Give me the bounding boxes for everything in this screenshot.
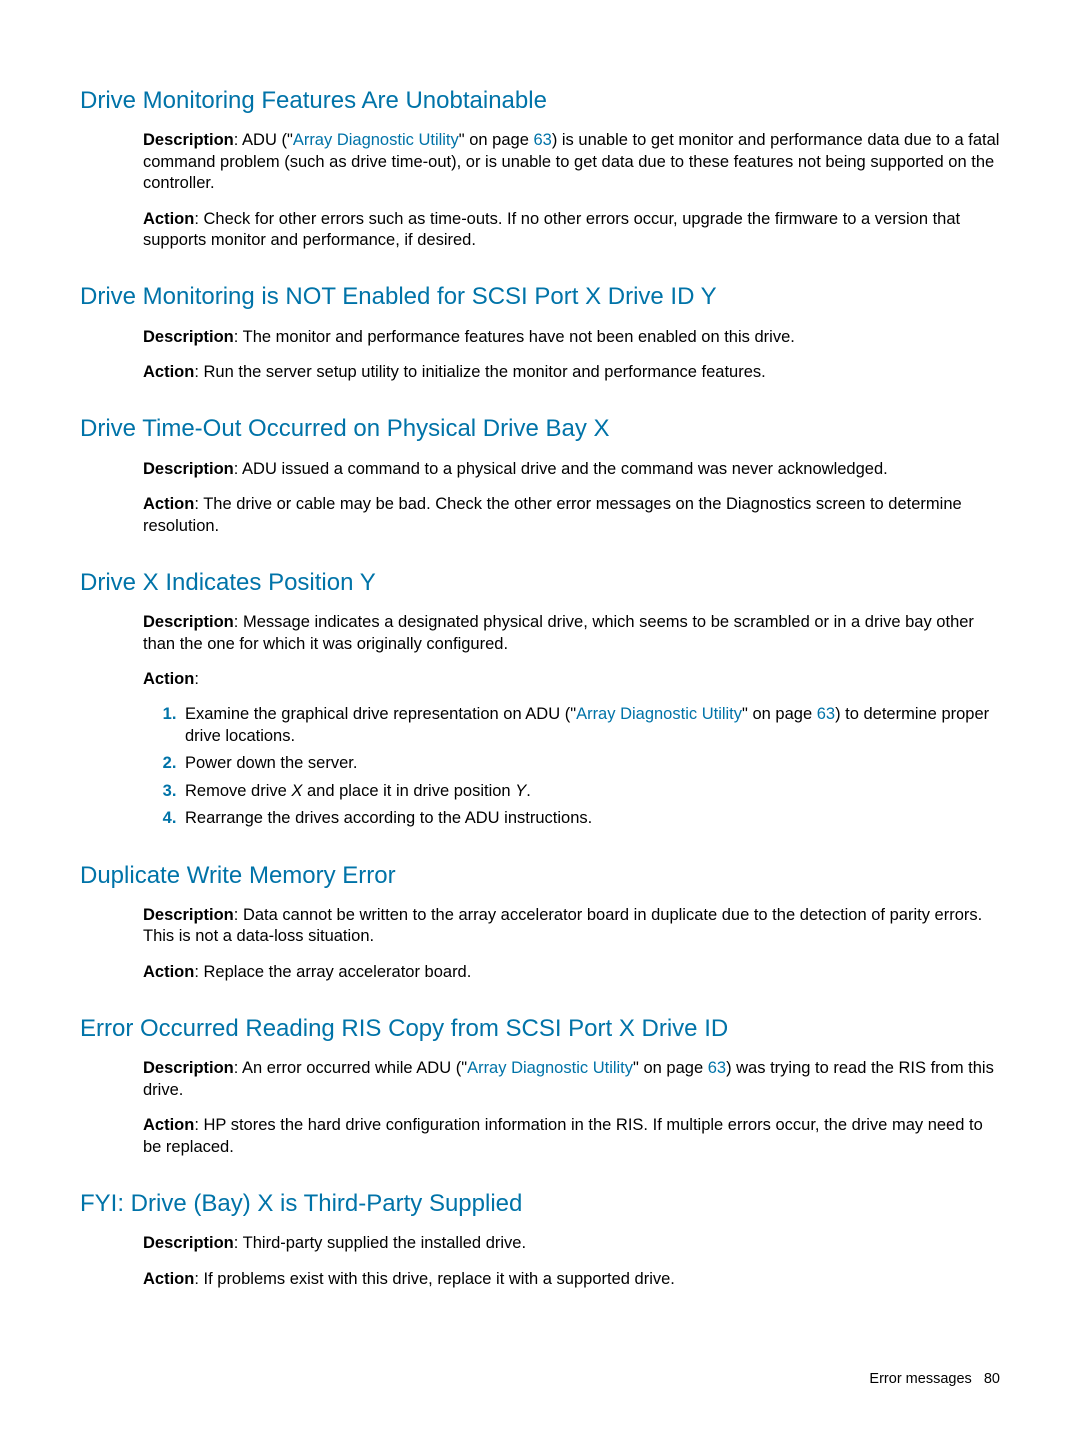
text: : Run the server setup utility to initia… bbox=[194, 363, 765, 381]
section-third-party: FYI: Drive (Bay) X is Third-Party Suppli… bbox=[80, 1188, 1000, 1290]
text: : Third-party supplied the installed dri… bbox=[234, 1234, 526, 1252]
description-para: Description: Data cannot be written to t… bbox=[143, 905, 1000, 948]
action-list: Examine the graphical drive representati… bbox=[143, 704, 1000, 829]
label: Action bbox=[143, 1270, 194, 1288]
list-item: Examine the graphical drive representati… bbox=[181, 704, 1000, 747]
variable-x: X bbox=[291, 782, 302, 800]
text: : bbox=[194, 670, 199, 688]
label: Action bbox=[143, 495, 194, 513]
label: Description bbox=[143, 1234, 234, 1252]
action-label: Action: bbox=[143, 669, 1000, 690]
label: Description bbox=[143, 1059, 234, 1077]
section-heading: Drive Time-Out Occurred on Physical Driv… bbox=[80, 413, 1000, 444]
text: : If problems exist with this drive, rep… bbox=[194, 1270, 675, 1288]
action-para: Action: If problems exist with this driv… bbox=[143, 1269, 1000, 1290]
action-para: Action: HP stores the hard drive configu… bbox=[143, 1115, 1000, 1158]
label: Description bbox=[143, 460, 234, 478]
label: Action bbox=[143, 963, 194, 981]
footer-page: 80 bbox=[984, 1371, 1000, 1387]
text: : Message indicates a designated physica… bbox=[143, 613, 974, 652]
list-item: Remove drive X and place it in drive pos… bbox=[181, 781, 1000, 802]
action-para: Action: The drive or cable may be bad. C… bbox=[143, 494, 1000, 537]
text: Examine the graphical drive representati… bbox=[185, 705, 576, 723]
action-para: Action: Check for other errors such as t… bbox=[143, 209, 1000, 252]
section-duplicate-write: Duplicate Write Memory Error Description… bbox=[80, 860, 1000, 984]
text: Remove drive bbox=[185, 782, 291, 800]
page-footer: Error messages 80 bbox=[80, 1370, 1000, 1389]
text: . bbox=[526, 782, 531, 800]
text: : Data cannot be written to the array ac… bbox=[143, 906, 982, 945]
label: Description bbox=[143, 613, 234, 631]
description-para: Description: ADU ("Array Diagnostic Util… bbox=[143, 130, 1000, 194]
label: Action bbox=[143, 1116, 194, 1134]
text: : HP stores the hard drive configuration… bbox=[143, 1116, 983, 1155]
description-para: Description: Third-party supplied the in… bbox=[143, 1233, 1000, 1254]
text: : Check for other errors such as time-ou… bbox=[143, 210, 960, 249]
section-drive-monitoring-unobtainable: Drive Monitoring Features Are Unobtainab… bbox=[80, 85, 1000, 251]
description-para: Description: ADU issued a command to a p… bbox=[143, 459, 1000, 480]
description-para: Description: The monitor and performance… bbox=[143, 327, 1000, 348]
link-array-diag-utility[interactable]: Array Diagnostic Utility bbox=[576, 705, 742, 723]
section-heading: Drive Monitoring is NOT Enabled for SCSI… bbox=[80, 281, 1000, 312]
text: : ADU (" bbox=[234, 131, 293, 149]
text: : Replace the array accelerator board. bbox=[194, 963, 471, 981]
description-para: Description: An error occurred while ADU… bbox=[143, 1058, 1000, 1101]
text: and place it in drive position bbox=[302, 782, 515, 800]
list-item: Rearrange the drives according to the AD… bbox=[181, 808, 1000, 829]
section-heading: Error Occurred Reading RIS Copy from SCS… bbox=[80, 1013, 1000, 1044]
section-heading: Duplicate Write Memory Error bbox=[80, 860, 1000, 891]
text: " on page bbox=[633, 1059, 708, 1077]
label: Description bbox=[143, 906, 234, 924]
label: Description bbox=[143, 328, 234, 346]
action-para: Action: Replace the array accelerator bo… bbox=[143, 962, 1000, 983]
link-array-diag-utility[interactable]: Array Diagnostic Utility bbox=[293, 131, 459, 149]
text: : ADU issued a command to a physical dri… bbox=[234, 460, 888, 478]
label: Action bbox=[143, 363, 194, 381]
text: " on page bbox=[459, 131, 534, 149]
variable-y: Y bbox=[515, 782, 526, 800]
text: : The drive or cable may be bad. Check t… bbox=[143, 495, 962, 534]
section-drive-monitoring-not-enabled: Drive Monitoring is NOT Enabled for SCSI… bbox=[80, 281, 1000, 383]
text: : The monitor and performance features h… bbox=[234, 328, 795, 346]
link-page-63[interactable]: 63 bbox=[708, 1059, 726, 1077]
link-page-63[interactable]: 63 bbox=[817, 705, 835, 723]
link-page-63[interactable]: 63 bbox=[533, 131, 551, 149]
section-heading: Drive X Indicates Position Y bbox=[80, 567, 1000, 598]
section-ris-error: Error Occurred Reading RIS Copy from SCS… bbox=[80, 1013, 1000, 1158]
text: : An error occurred while ADU (" bbox=[234, 1059, 467, 1077]
footer-label: Error messages bbox=[869, 1371, 971, 1387]
section-drive-timeout: Drive Time-Out Occurred on Physical Driv… bbox=[80, 413, 1000, 537]
action-para: Action: Run the server setup utility to … bbox=[143, 362, 1000, 383]
list-item: Power down the server. bbox=[181, 753, 1000, 774]
link-array-diag-utility[interactable]: Array Diagnostic Utility bbox=[467, 1059, 633, 1077]
text: " on page bbox=[742, 705, 817, 723]
label: Action bbox=[143, 210, 194, 228]
label: Description bbox=[143, 131, 234, 149]
section-heading: FYI: Drive (Bay) X is Third-Party Suppli… bbox=[80, 1188, 1000, 1219]
label: Action bbox=[143, 670, 194, 688]
section-drive-position: Drive X Indicates Position Y Description… bbox=[80, 567, 1000, 830]
description-para: Description: Message indicates a designa… bbox=[143, 612, 1000, 655]
section-heading: Drive Monitoring Features Are Unobtainab… bbox=[80, 85, 1000, 116]
